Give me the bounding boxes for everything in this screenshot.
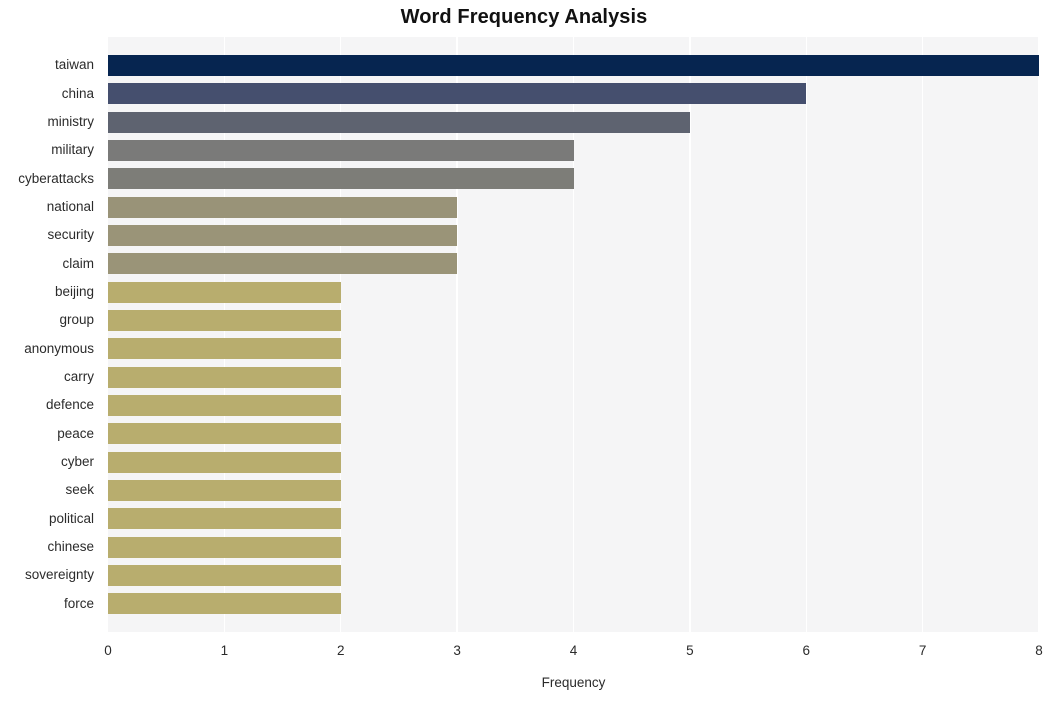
bar-row (108, 479, 1039, 501)
bar-row (108, 139, 1039, 161)
bar-row (108, 281, 1039, 303)
y-tick-label: cyber (60, 454, 94, 469)
x-tick-label: 0 (104, 643, 112, 658)
word-frequency-bar-chart: Word Frequency Analysis taiwan china minis… (0, 0, 1048, 701)
y-tick-label: political (48, 510, 94, 526)
x-tick-label: 6 (802, 643, 811, 658)
bar (108, 593, 341, 615)
bar (108, 536, 341, 558)
y-tick-label: anonymous (24, 340, 94, 356)
y-tick-label: cyberattacks (18, 170, 94, 186)
x-tick-label: 2 (336, 643, 345, 658)
bar (108, 394, 341, 416)
bar-row (108, 224, 1039, 246)
y-tick-label: force (63, 595, 94, 611)
bar-row (108, 423, 1039, 445)
bar-row (108, 196, 1039, 218)
x-tick-label: 8 (1035, 643, 1043, 658)
bar (108, 168, 574, 190)
y-tick-label: taiwan (54, 57, 94, 73)
x-axis: 0 1 2 3 4 5 6 7 8 (104, 632, 1043, 662)
bar (108, 508, 341, 530)
bar-row (108, 593, 1039, 615)
bar-row (108, 83, 1039, 105)
bar (108, 281, 341, 303)
y-tick-label: group (59, 312, 94, 328)
x-tick-label: 4 (569, 643, 578, 658)
bar (108, 366, 341, 388)
bar (108, 564, 341, 586)
y-tick-label: national (46, 199, 94, 214)
y-tick-label: carry (64, 369, 94, 384)
bar (108, 451, 341, 473)
bar (108, 253, 458, 275)
y-tick-label: chinese (47, 539, 94, 554)
bar (108, 338, 341, 360)
y-tick-label: peace (57, 425, 94, 441)
plot-area (108, 37, 1039, 632)
page-title: Word Frequency Analysis (400, 6, 648, 28)
bar-row (108, 536, 1039, 558)
bar-row (108, 508, 1039, 530)
bar-row (108, 54, 1039, 76)
x-tick-label: 5 (686, 643, 694, 658)
bar (108, 309, 341, 331)
y-tick-label: ministry (47, 114, 95, 129)
x-tick-label: 1 (220, 643, 229, 658)
y-tick-label: sovereignty (24, 567, 94, 583)
bar-row (108, 394, 1039, 416)
bar-row (108, 564, 1039, 586)
bar-row (108, 111, 1039, 133)
bar-row (108, 253, 1039, 275)
x-tick-label: 7 (918, 643, 927, 658)
y-tick-label: security (47, 227, 94, 243)
y-axis: taiwan china ministry military cyberattacks n… (0, 37, 101, 632)
y-tick-label: china (61, 85, 94, 101)
bar-row (108, 168, 1039, 190)
bar-row (108, 366, 1039, 388)
y-tick-label: defence (45, 397, 94, 413)
bar (108, 54, 1039, 76)
bar (108, 111, 690, 133)
bar (108, 139, 574, 161)
bar (108, 196, 458, 218)
y-tick-label: military (51, 142, 94, 158)
x-tick-label: 3 (453, 643, 461, 658)
y-tick-label: seek (65, 482, 94, 498)
bar-row (108, 451, 1039, 473)
bar (108, 479, 341, 501)
bar-row (108, 309, 1039, 331)
bar (108, 83, 807, 105)
bar (108, 224, 458, 246)
y-tick-label: claim (62, 255, 94, 271)
y-tick-label: beijing (54, 284, 94, 299)
bars-layer (108, 37, 1039, 632)
bar-row (108, 338, 1039, 360)
bar (108, 423, 341, 445)
x-axis-title: Frequency (541, 675, 606, 690)
